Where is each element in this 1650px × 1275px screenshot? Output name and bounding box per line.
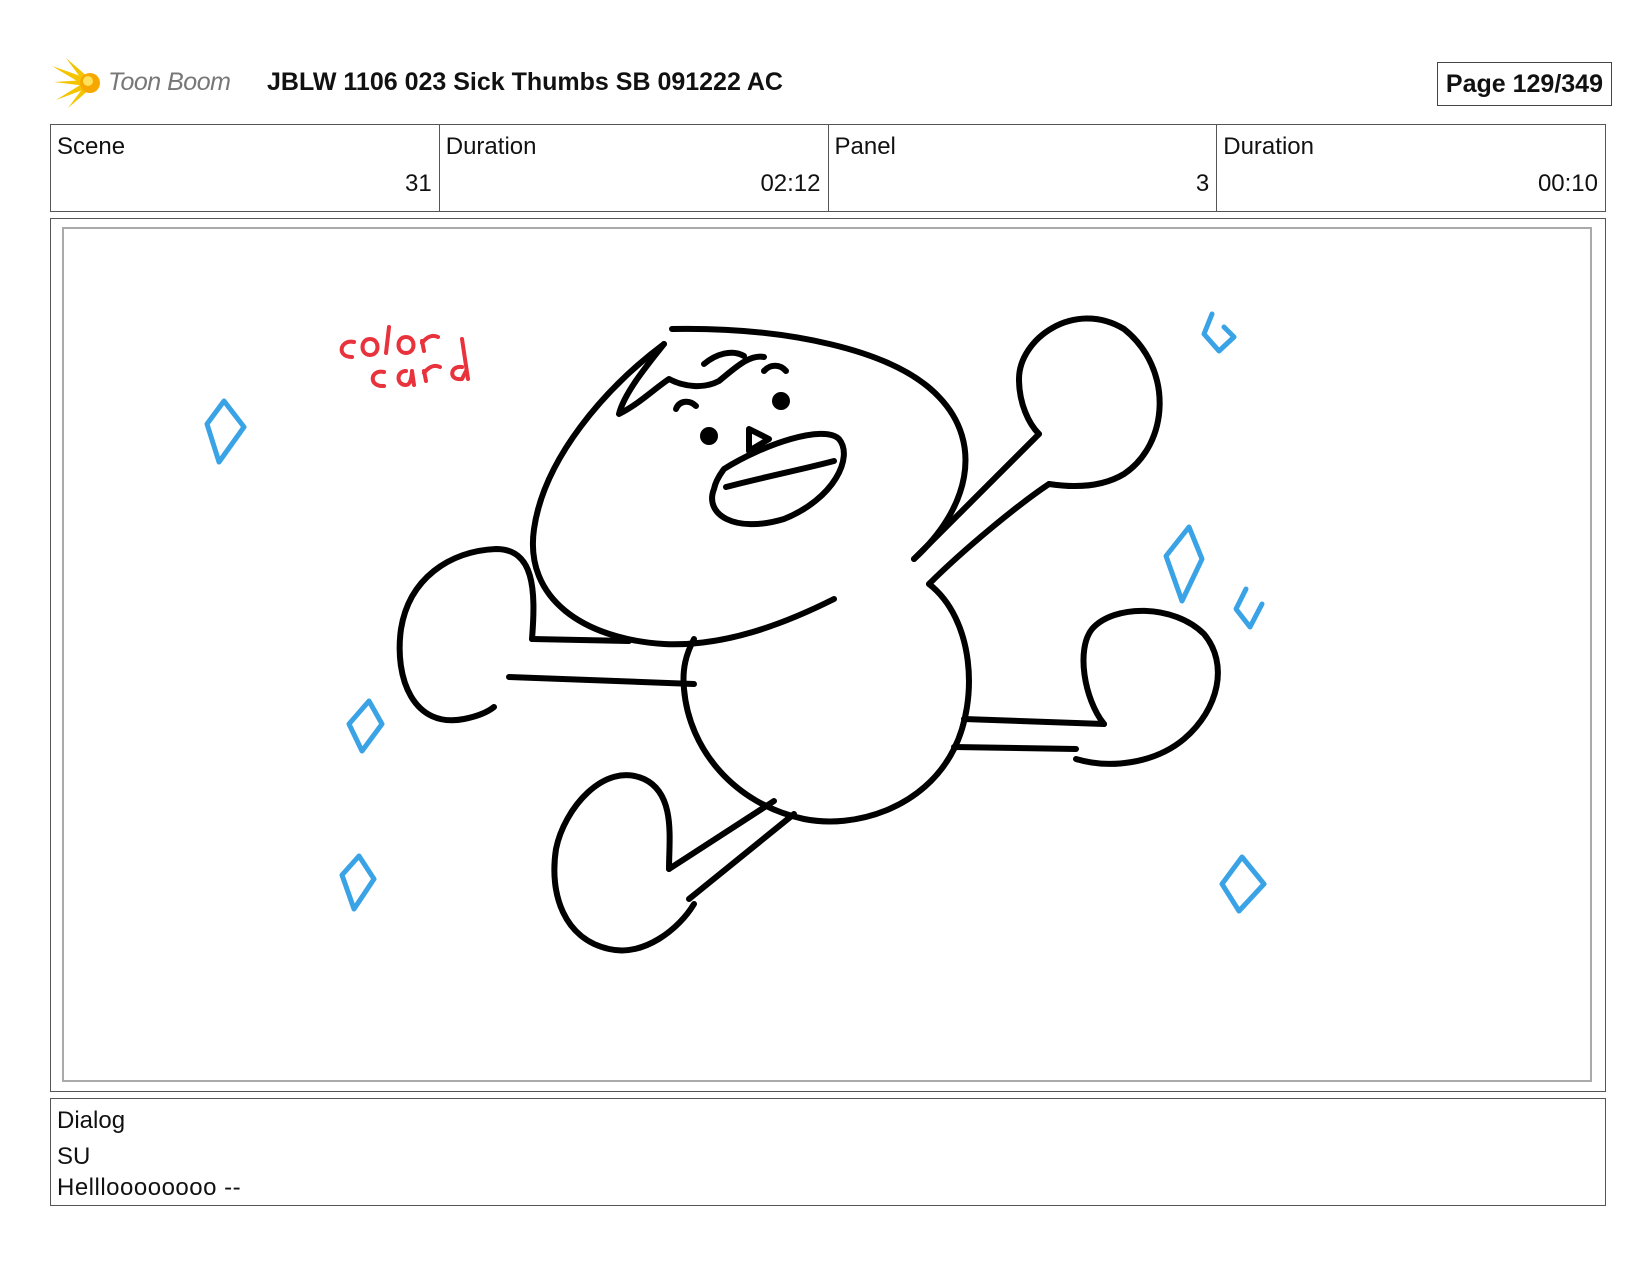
starburst-icon xyxy=(52,58,100,108)
toon-boom-logo: Toon Boom xyxy=(52,56,252,108)
panel-value: 3 xyxy=(1195,170,1210,197)
scene-duration-value: 02:12 xyxy=(760,170,821,197)
sparkles xyxy=(204,311,1267,914)
sparkle-icon xyxy=(346,698,385,754)
scene-label: Scene xyxy=(57,133,126,160)
panel-drawing xyxy=(204,311,1267,954)
panel-duration-cell: Duration 00:10 xyxy=(1217,125,1605,211)
dialog-box: Dialog SU Hellloooooooo -- xyxy=(50,1098,1606,1206)
sparkle-icon xyxy=(339,853,377,912)
color-card-annotation xyxy=(339,325,470,388)
dialog-speaker: SU xyxy=(57,1143,91,1170)
dialog-line: Hellloooooooo -- xyxy=(57,1174,242,1201)
scene-duration-cell: Duration 02:12 xyxy=(440,125,829,211)
sparkle-icon xyxy=(204,398,247,465)
panel-cell: Panel 3 xyxy=(829,125,1218,211)
scene-info-row: Scene 31 Duration 02:12 Panel 3 Duration… xyxy=(50,124,1606,212)
sparkle-icon xyxy=(1163,524,1205,604)
sparkle-icon xyxy=(1219,854,1267,914)
character-drawing xyxy=(396,315,1221,954)
dialog-label: Dialog xyxy=(57,1107,126,1134)
scene-cell: Scene 31 xyxy=(51,125,440,211)
page-number: Page 129/349 xyxy=(1436,62,1612,106)
logo-wordmark: Toon Boom xyxy=(108,68,231,96)
sparkle-icon xyxy=(1233,586,1265,630)
scene-value: 31 xyxy=(405,170,432,197)
panel-label: Panel xyxy=(834,133,896,160)
panel-duration-label: Duration xyxy=(1223,133,1314,160)
panel-duration-value: 00:10 xyxy=(1537,170,1598,197)
page-header: Toon Boom JBLW 1106 023 Sick Thumbs SB 0… xyxy=(52,56,1612,108)
document-title: JBLW 1106 023 Sick Thumbs SB 091222 AC xyxy=(267,68,783,96)
sparkle-icon xyxy=(1201,311,1237,354)
scene-duration-label: Duration xyxy=(445,133,537,160)
storyboard-panel xyxy=(62,227,1592,1082)
